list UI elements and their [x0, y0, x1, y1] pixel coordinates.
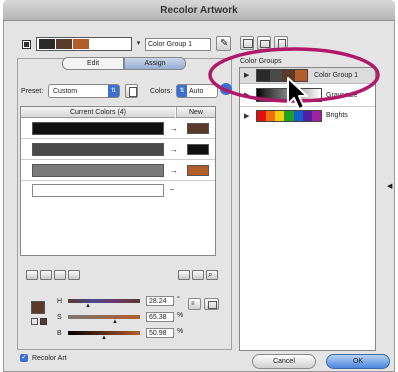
current-color-swatch[interactable]: [32, 164, 164, 177]
ok-label: OK: [352, 358, 364, 365]
b-slider-handle[interactable]: ▲: [101, 335, 107, 341]
b-label: B: [57, 330, 62, 337]
ok-button[interactable]: OK: [326, 354, 390, 369]
select-arrows-icon: ⇅: [108, 85, 119, 97]
preset-select[interactable]: Custom ⇅: [48, 84, 120, 98]
active-swatch-3: [73, 39, 89, 49]
hsb-color-swatch: [31, 301, 45, 314]
group-name-value: Color Group 1: [148, 41, 192, 48]
h-value: 28.24: [149, 298, 167, 305]
h-input[interactable]: 28.24: [146, 296, 174, 306]
swatches-dropdown-icon[interactable]: ▾: [134, 38, 143, 50]
current-color-swatch[interactable]: [32, 184, 164, 197]
active-swatch-1: [39, 39, 55, 49]
cancel-button[interactable]: Cancel: [252, 354, 316, 369]
exclude-colors-icon[interactable]: [54, 270, 66, 280]
assign-arrow: →: [170, 124, 178, 133]
unassigned-dash: –: [170, 186, 174, 193]
new-color-swatch[interactable]: [187, 144, 209, 155]
current-color-swatch[interactable]: [32, 143, 164, 156]
find-color-icon[interactable]: ⌕: [206, 270, 218, 280]
s-input[interactable]: 65.38: [146, 312, 174, 322]
h-unit: °: [177, 296, 180, 303]
sliders-menu-icon: ≡: [191, 301, 195, 307]
color-mode-button[interactable]: ≡: [188, 298, 201, 310]
s-label: S: [57, 314, 62, 321]
cancel-label: Cancel: [273, 358, 295, 365]
randomize-saturation-icon[interactable]: [192, 270, 204, 280]
tab-assign-label: Assign: [144, 60, 166, 67]
preset-value: Custom: [53, 88, 78, 95]
b-unit: %: [177, 328, 184, 335]
assign-arrow: →: [170, 145, 178, 154]
mouse-cursor-icon: [287, 77, 308, 110]
library-icon: [208, 301, 217, 309]
b-value: 50.98: [149, 330, 167, 337]
tab-assign[interactable]: Assign: [124, 57, 186, 70]
active-swatch-2: [56, 39, 72, 49]
h-slider-handle[interactable]: ▲: [85, 303, 91, 309]
preset-options-button[interactable]: [125, 84, 138, 98]
s-slider-track[interactable]: [68, 315, 140, 319]
table-header-current: Current Colors (4): [21, 107, 175, 118]
select-arrows-icon: ⇅: [177, 85, 187, 97]
tab-edit[interactable]: Edit: [62, 57, 124, 70]
h-slider-track[interactable]: [68, 299, 140, 303]
merge-colors-icon[interactable]: [26, 270, 38, 280]
preset-label: Preset:: [21, 88, 44, 95]
h-label: H: [57, 298, 63, 305]
new-color-swatch[interactable]: [187, 165, 209, 176]
randomize-order-icon[interactable]: [178, 270, 190, 280]
recolor-art-label: Recolor Art: [32, 355, 67, 362]
assign-arrow: →: [170, 166, 178, 175]
b-input[interactable]: 50.98: [146, 328, 174, 338]
header-current-label: Current Colors (4): [69, 109, 126, 116]
separate-colors-icon[interactable]: [40, 270, 52, 280]
document-icon: [129, 87, 137, 97]
panel-collapse-handle[interactable]: ◀: [387, 180, 395, 194]
color-library-button[interactable]: [204, 298, 219, 310]
s-slider-handle[interactable]: ▲: [112, 319, 118, 325]
recolor-art-checkbox[interactable]: ✓: [20, 354, 28, 362]
fill-stroke-icon[interactable]: [31, 318, 38, 325]
window-title: Recolor Artwork: [160, 5, 238, 16]
title-bar: Recolor Artwork: [3, 0, 395, 21]
s-unit: %: [177, 312, 184, 319]
color-group-swatch-icon[interactable]: [22, 40, 31, 49]
current-color-swatch[interactable]: [32, 122, 164, 135]
small-swatch-icon: [40, 318, 47, 325]
colors-label: Colors:: [150, 88, 173, 95]
s-value: 65.38: [149, 314, 167, 321]
tab-edit-label: Edit: [86, 60, 100, 67]
new-row-icon[interactable]: [68, 270, 80, 280]
active-swatches-strip[interactable]: [36, 37, 132, 51]
